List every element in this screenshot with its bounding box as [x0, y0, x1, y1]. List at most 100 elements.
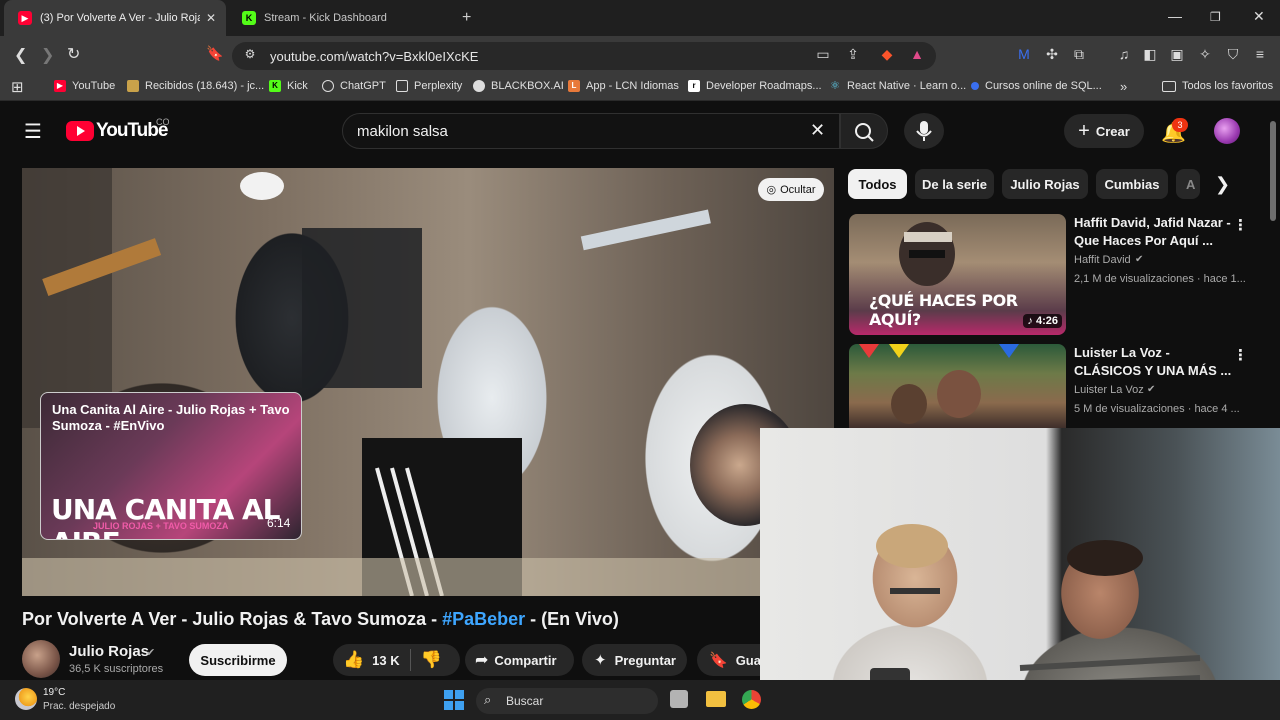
screenshot-icon[interactable]: ⧉	[1070, 46, 1088, 63]
channel-avatar[interactable]	[22, 640, 60, 678]
wallet-icon[interactable]: ▣	[1168, 46, 1186, 63]
like-dislike-group: 👍 13 K 👎	[333, 644, 460, 676]
vpn-icon[interactable]: ⛉	[1224, 46, 1242, 63]
brave-shield-icon[interactable]: ◆	[878, 46, 896, 63]
bookmark-icon[interactable]: 🔖	[206, 45, 223, 62]
chip-julio-rojas[interactable]: Julio Rojas	[1002, 169, 1088, 199]
tab-title: (3) Por Volverte A Ver - Julio Rojas &	[40, 12, 200, 24]
bookmark-lcn[interactable]: L App - LCN Idiomas	[568, 80, 679, 92]
clear-search-icon[interactable]: ✕	[810, 120, 825, 141]
chip-partial[interactable]: A	[1176, 169, 1200, 199]
close-tab-icon[interactable]: ✕	[206, 11, 216, 25]
rec-thumbnail-art	[859, 344, 1019, 424]
tab-kick[interactable]: K Stream - Kick Dashboard	[228, 0, 450, 36]
media-icon[interactable]: ♫	[1115, 46, 1133, 62]
search-button[interactable]	[840, 113, 888, 149]
minimize-button[interactable]: —	[1168, 8, 1182, 24]
sparkle-icon: ✦	[594, 652, 607, 669]
sidebar-icon[interactable]: ◧	[1141, 46, 1159, 63]
close-window-button[interactable]: ✕	[1253, 8, 1265, 25]
extensions-icon[interactable]: ✣	[1043, 46, 1061, 63]
extension-m-icon[interactable]: M	[1015, 46, 1033, 62]
install-app-icon[interactable]: ▭	[814, 46, 832, 63]
url-text[interactable]: youtube.com/watch?v=Bxkl0eIXcKE	[270, 49, 478, 64]
bookmark-youtube[interactable]: ▶ YouTube	[54, 80, 115, 92]
more-bookmarks-icon[interactable]: »	[1120, 79, 1127, 94]
ask-button[interactable]: ✦ Preguntar	[582, 644, 687, 676]
brave-rewards-icon[interactable]: ▲	[908, 46, 926, 62]
roadmap-icon: r	[688, 80, 700, 92]
channel-name[interactable]: Julio Rojas	[69, 643, 149, 660]
bookmark-react-native[interactable]: ⚛ React Native · Learn o...	[829, 80, 966, 92]
rec-title-2[interactable]: Luister La Voz - CLÁSICOS Y UNA MÁS ...	[1074, 344, 1234, 380]
leo-ai-icon[interactable]: ✧	[1196, 46, 1214, 63]
bookmark-chatgpt[interactable]: ChatGPT	[322, 80, 386, 92]
rec-duration: ♪ 4:26	[1023, 314, 1062, 328]
chrome-icon[interactable]	[742, 690, 761, 709]
more-options-icon[interactable]: ⋮	[1233, 346, 1248, 364]
weather-description[interactable]: Prac. despejado	[43, 701, 115, 712]
tab-title: Stream - Kick Dashboard	[264, 12, 387, 24]
share-button[interactable]: ➦ Compartir	[465, 644, 574, 676]
rec-thumbnail-2[interactable]	[849, 344, 1066, 428]
menu-icon[interactable]: ≡	[1251, 46, 1269, 62]
chip-cumbias[interactable]: Cumbias	[1096, 169, 1168, 199]
bookmark-kick[interactable]: K Kick	[269, 80, 308, 92]
bookmark-sql[interactable]: Cursos online de SQL...	[971, 80, 1102, 92]
weather-icon[interactable]	[15, 688, 37, 710]
all-bookmarks-folder[interactable]: Todos los favoritos	[1162, 80, 1273, 92]
weather-temperature[interactable]: 19°C	[43, 687, 65, 698]
folder-icon	[1162, 80, 1176, 92]
perplexity-icon	[396, 80, 408, 92]
subscribe-button[interactable]: Suscribirme	[189, 644, 287, 676]
bookmark-blackbox[interactable]: BLACKBOX.AI	[473, 80, 564, 92]
dislike-icon[interactable]: 👎	[421, 650, 442, 670]
chatgpt-icon	[322, 80, 334, 92]
rec-thumbnail-1[interactable]: ¿QUÉ HACES POR AQUÍ? ♪ 4:26	[849, 214, 1066, 335]
chip-de-la-serie[interactable]: De la serie	[915, 169, 994, 199]
maximize-button[interactable]: ❐	[1210, 10, 1221, 24]
bookmark-perplexity[interactable]: Perplexity	[396, 80, 462, 92]
rec-title-1[interactable]: Haffit David, Jafid Nazar - Que Haces Po…	[1074, 214, 1234, 250]
page-scrollbar[interactable]	[1270, 121, 1276, 221]
windows-start-icon[interactable]	[444, 690, 464, 710]
apps-grid-icon[interactable]: ⊞	[11, 78, 24, 96]
chip-todos[interactable]: Todos	[848, 169, 907, 199]
hashtag-link[interactable]: #PaBeber	[442, 609, 525, 629]
rec-meta-1: 2,1 M de visualizaciones · hace 1...	[1074, 273, 1246, 285]
endcard-title: Una Canita Al Aire - Julio Rojas + Tavo …	[52, 402, 290, 433]
task-view-icon[interactable]	[670, 690, 688, 708]
like-count[interactable]: 13 K	[372, 653, 399, 668]
hide-overlay-button[interactable]: ◎ Ocultar	[758, 178, 824, 201]
rec-channel-2[interactable]: Luister La Voz	[1074, 384, 1144, 396]
forward-button[interactable]: ❯	[41, 45, 54, 65]
create-button[interactable]: + Crear	[1064, 114, 1144, 148]
subscriber-count: 36,5 K suscriptores	[69, 663, 164, 675]
microphone-icon	[916, 121, 932, 141]
taskbar-search-placeholder[interactable]: Buscar	[506, 694, 543, 708]
taskbar-search[interactable]	[476, 688, 658, 714]
bookmark-gmail[interactable]: Recibidos (18.643) - jc...	[127, 80, 264, 92]
account-avatar[interactable]	[1214, 118, 1240, 144]
sql-icon	[971, 82, 979, 90]
search-input-value[interactable]: makilon salsa	[357, 123, 448, 140]
share-icon[interactable]: ⇪	[844, 46, 862, 63]
youtube-logo[interactable]: YouTube CO	[66, 117, 170, 142]
more-options-icon[interactable]: ⋮	[1233, 216, 1248, 234]
tab-youtube[interactable]: ▶ (3) Por Volverte A Ver - Julio Rojas &…	[4, 0, 226, 36]
share-arrow-icon: ➦	[475, 652, 489, 669]
back-button[interactable]: ❮	[14, 45, 27, 65]
reload-icon[interactable]: ↻	[67, 44, 80, 64]
chevron-right-icon[interactable]: ❯	[1215, 174, 1230, 195]
file-explorer-icon[interactable]	[706, 691, 726, 707]
verified-icon: ✔	[1135, 254, 1144, 265]
rec-channel-1[interactable]: Haffit David	[1074, 254, 1131, 266]
bookmark-roadmaps[interactable]: r Developer Roadmaps...	[688, 80, 822, 92]
new-tab-button[interactable]: +	[462, 9, 471, 27]
verified-icon: ✔	[1147, 384, 1156, 395]
site-info-icon[interactable]: ⚙	[241, 47, 259, 61]
voice-search-button[interactable]	[904, 113, 944, 149]
like-icon[interactable]: 👍	[343, 650, 364, 670]
hamburger-menu-icon[interactable]: ☰	[24, 119, 42, 144]
endscreen-video-card[interactable]: Una Canita Al Aire - Julio Rojas + Tavo …	[40, 392, 302, 540]
